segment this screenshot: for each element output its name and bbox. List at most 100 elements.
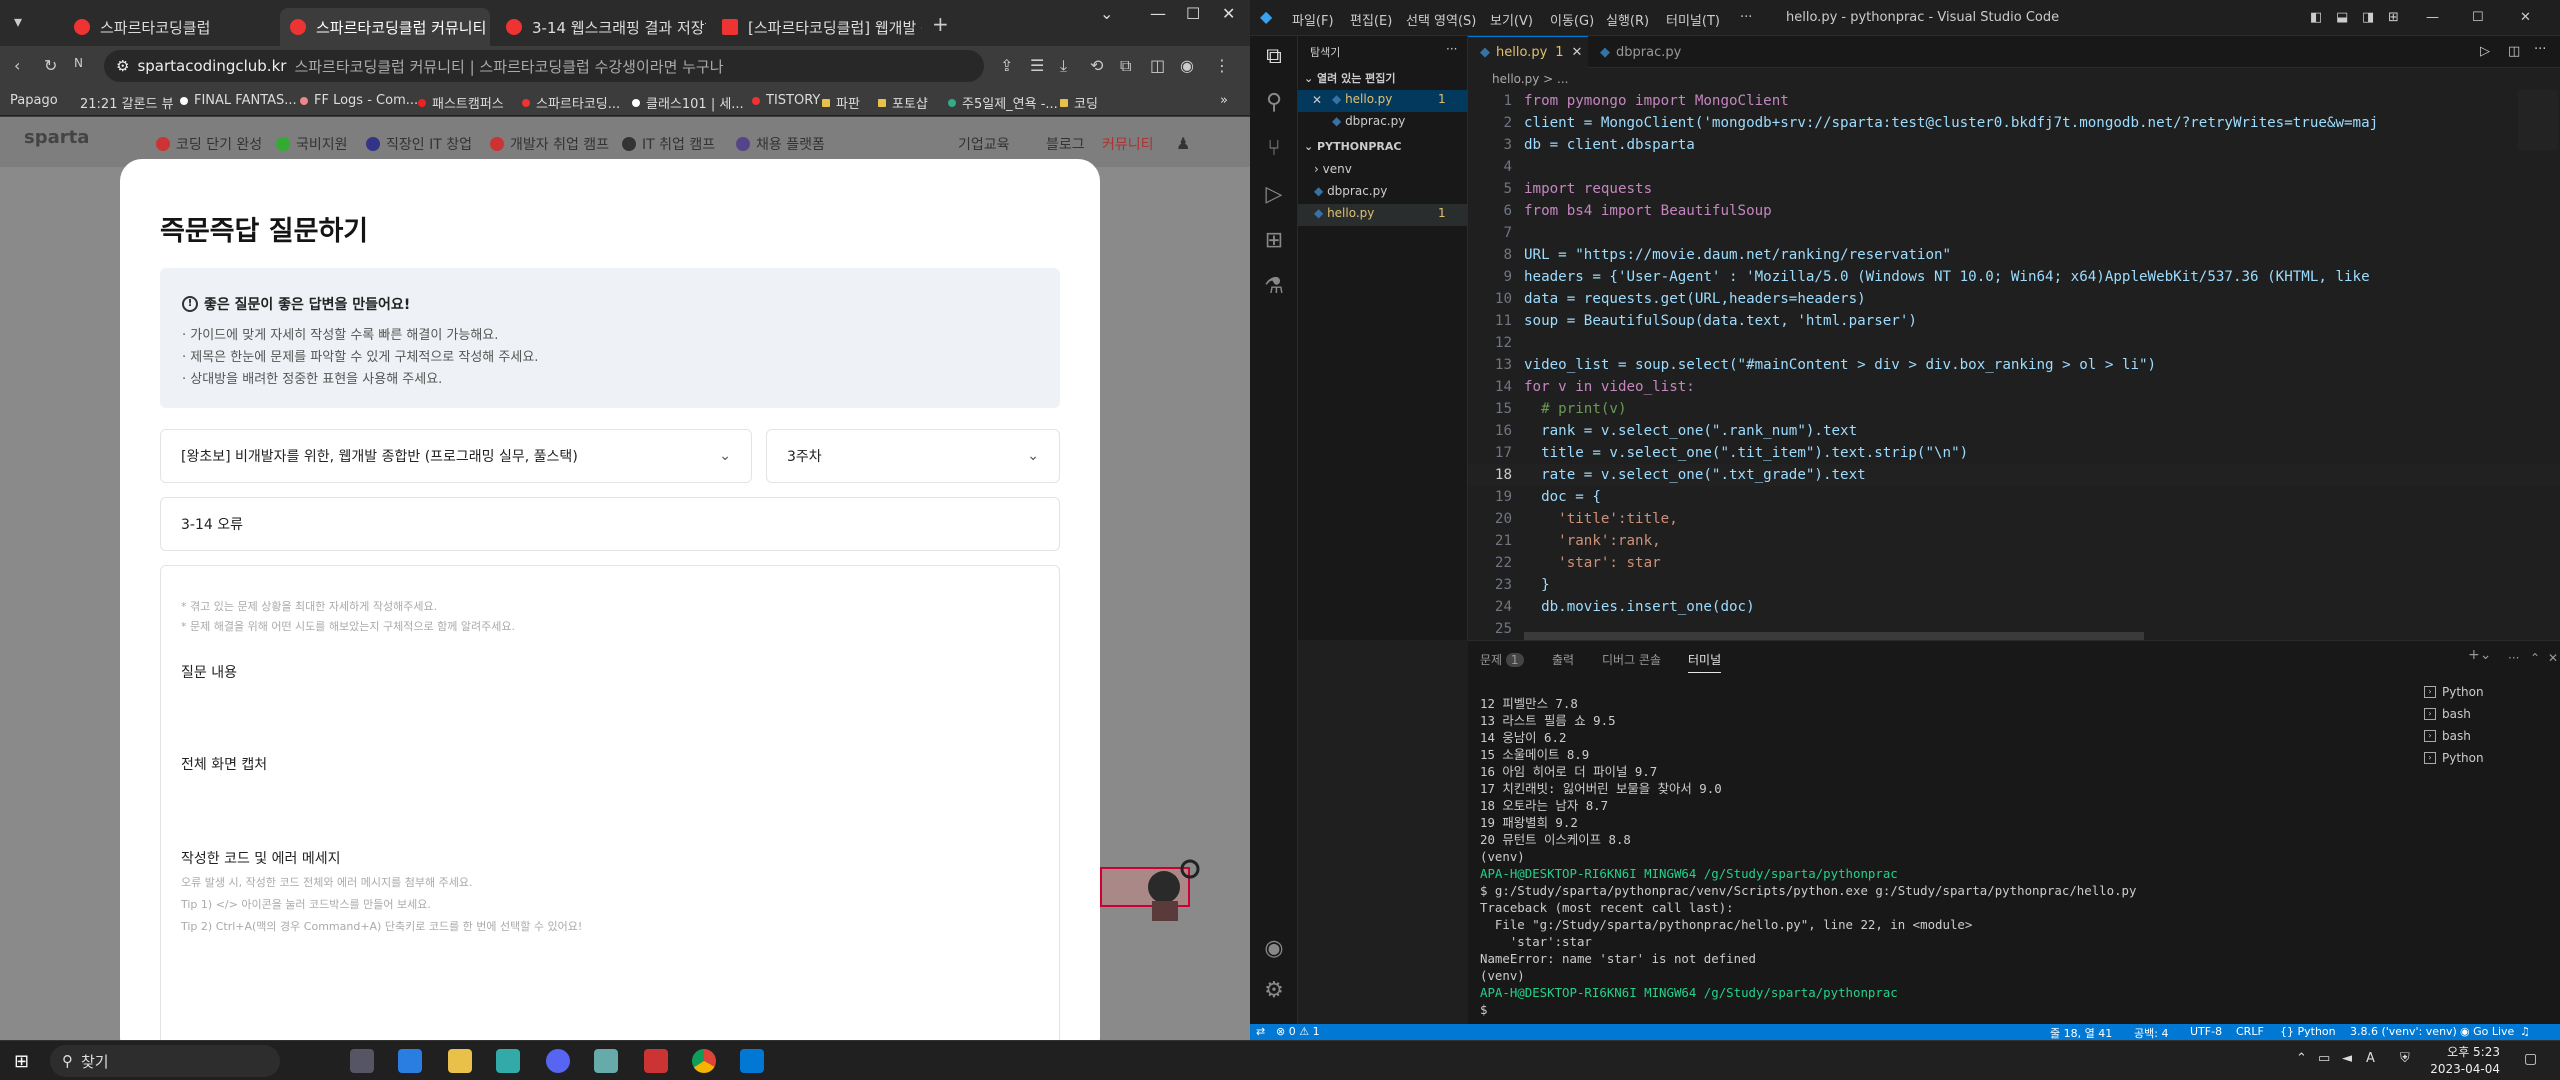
windows-start-icon[interactable]: ⊞: [14, 1051, 29, 1072]
code-editor[interactable]: 1 from pymongo import MongoClient 2 client …: [1468, 90, 2560, 637]
notifications-icon[interactable]: ♫: [2520, 1025, 2530, 1038]
chrome-tab-3[interactable]: [스파르타코딩클럽] 웹개발 종합: [712, 8, 922, 46]
code-line[interactable]: 15 # print(v): [1468, 398, 2560, 420]
testing-icon[interactable]: ⚗: [1262, 274, 1286, 299]
back-icon[interactable]: ‹: [14, 56, 20, 75]
chrome-tab-0[interactable]: 스파르타코딩클럽: [64, 8, 274, 46]
mail-icon[interactable]: [398, 1049, 422, 1073]
bookmark-folder[interactable]: 코딩: [1060, 93, 1098, 112]
menu-icon[interactable]: ⋮: [1214, 56, 1230, 75]
bookmark-item[interactable]: 패스트캠퍼스: [418, 93, 504, 112]
code-line[interactable]: 6 from bs4 import BeautifulSoup: [1468, 200, 2560, 222]
course-select[interactable]: [왕초보] 비개발자를 위한, 웹개발 종합반 (프로그래밍 실무, 풀스택) …: [160, 429, 752, 483]
layout-custom-icon[interactable]: ⊞: [2388, 10, 2399, 25]
network-icon[interactable]: ▭: [2318, 1051, 2330, 1066]
layout-panel-icon[interactable]: ⬓: [2336, 10, 2348, 25]
python-interpreter[interactable]: 3.8.6 ('venv': venv): [2350, 1025, 2457, 1038]
maximize-icon[interactable]: ☐: [2472, 10, 2484, 25]
bookmark-folder[interactable]: 포토샵: [878, 93, 928, 112]
code-line[interactable]: 3 db = client.dbsparta: [1468, 134, 2560, 156]
chrome-tab-2[interactable]: 3-14 웹스크래핑 결과 저장하기: [496, 8, 706, 46]
breadcrumb[interactable]: hello.py > ...: [1492, 72, 1568, 86]
tree-file-dbprac[interactable]: ◆ dbprac.py: [1314, 184, 1387, 198]
new-tab-button[interactable]: +: [932, 12, 949, 36]
download-icon[interactable]: ⤓: [1060, 56, 1067, 76]
menu-edit[interactable]: 편집(E): [1350, 10, 1392, 29]
code-line[interactable]: 24 db.movies.insert_one(doc): [1468, 596, 2560, 618]
nav-item[interactable]: IT 취업 캠프: [622, 134, 715, 154]
menu-view[interactable]: 보기(V): [1490, 10, 1533, 29]
more-actions-icon[interactable]: ···: [2508, 651, 2519, 665]
layout-secondary-icon[interactable]: ◨: [2362, 10, 2374, 25]
user-icon[interactable]: ♟: [1176, 134, 1190, 153]
nav-item[interactable]: 코딩 단기 완성: [156, 134, 262, 154]
nav-item[interactable]: 국비지원: [276, 134, 348, 154]
week-select[interactable]: 3주차 ⌄: [766, 429, 1060, 483]
close-icon[interactable]: ✕: [1312, 93, 1322, 107]
nav-item[interactable]: 직장인 IT 창업: [366, 134, 472, 154]
sparta-logo[interactable]: sparta: [24, 127, 89, 148]
cursor-position[interactable]: 줄 18, 열 41: [2050, 1025, 2112, 1040]
tray-overflow-icon[interactable]: ⌃: [2296, 1051, 2307, 1066]
nav-item[interactable]: 채용 플랫폼: [736, 134, 825, 154]
reading-list-icon[interactable]: ☰: [1030, 56, 1044, 75]
bookmark-item[interactable]: Papago: [10, 93, 58, 108]
bookmark-item[interactable]: FINAL FANTAS...: [180, 93, 297, 108]
code-line[interactable]: 4: [1468, 156, 2560, 178]
more-bookmarks-icon[interactable]: »: [1220, 93, 1228, 108]
tab-terminal[interactable]: 터미널: [1688, 651, 1722, 673]
terminal-item[interactable]: › Python: [2424, 681, 2554, 703]
code-line[interactable]: 14 for v in video_list:: [1468, 376, 2560, 398]
menu-selection[interactable]: 선택 영역(S): [1406, 10, 1476, 29]
nav-link[interactable]: 기업교육: [958, 134, 1010, 154]
bookmark-folder[interactable]: 파판: [822, 93, 860, 112]
question-editor[interactable]: * 겪고 있는 문제 상황을 최대한 자세하게 작성해주세요. * 문제 해결을…: [160, 565, 1060, 1040]
run-file-icon[interactable]: ▷: [2480, 44, 2490, 59]
code-line[interactable]: 16 rank = v.select_one(".rank_num").text: [1468, 420, 2560, 442]
minimize-icon[interactable]: —: [2426, 10, 2439, 25]
code-line[interactable]: 8 URL = "https://movie.daum.net/ranking/r…: [1468, 244, 2560, 266]
taskbar-search[interactable]: ⚲ 찾기: [50, 1045, 280, 1077]
close-window-icon[interactable]: ✕: [1222, 4, 1235, 23]
bookmark-item[interactable]: 클래스101 | 세...: [632, 93, 744, 112]
search-icon[interactable]: ⚲: [1262, 90, 1286, 115]
maximize-icon[interactable]: ☐: [1186, 4, 1200, 23]
discord-icon[interactable]: [546, 1049, 570, 1073]
code-line[interactable]: 1 from pymongo import MongoClient: [1468, 90, 2560, 112]
close-icon[interactable]: ✕: [1572, 45, 1583, 60]
code-line[interactable]: 20 'title':title,: [1468, 508, 2560, 530]
explorer-icon[interactable]: ⧉: [1262, 44, 1286, 69]
menu-terminal[interactable]: 터미널(T): [1666, 10, 1720, 29]
notification-center-icon[interactable]: ▢: [2524, 1051, 2537, 1067]
code-line[interactable]: 17 title = v.select_one(".tit_item").tex…: [1468, 442, 2560, 464]
menu-run[interactable]: 실행(R): [1606, 10, 1649, 29]
file-explorer-icon[interactable]: [448, 1049, 472, 1073]
close-panel-icon[interactable]: ✕: [2548, 651, 2558, 665]
open-editors-header[interactable]: ⌄ 열려 있는 편집기: [1304, 70, 1396, 86]
chrome-tab-1[interactable]: 스파르타코딩클럽 커뮤니티 | 스 ✕: [280, 8, 490, 46]
account-icon[interactable]: ◉: [1262, 936, 1286, 961]
go-live-button[interactable]: ◉ Go Live: [2460, 1025, 2514, 1038]
terminal-item[interactable]: › bash: [2424, 703, 2554, 725]
title-input[interactable]: 3-14 오류: [160, 497, 1060, 551]
open-editor-item-dbprac[interactable]: ◆ dbprac.py: [1332, 114, 1405, 128]
extensions-icon[interactable]: ⊞: [1262, 228, 1286, 253]
code-line[interactable]: 23 }: [1468, 574, 2560, 596]
menu-file[interactable]: 파일(F): [1292, 10, 1334, 29]
split-editor-icon[interactable]: ◫: [2508, 44, 2520, 59]
task-view-icon[interactable]: [350, 1049, 374, 1073]
bookmark-item[interactable]: 주5일제_연욕 -...: [948, 93, 1058, 112]
code-line[interactable]: 10 data = requests.get(URL,headers=header…: [1468, 288, 2560, 310]
language-indicator[interactable]: A: [2366, 1051, 2375, 1066]
menu-more[interactable]: ···: [1740, 10, 1752, 25]
code-line[interactable]: 5 import requests: [1468, 178, 2560, 200]
code-line[interactable]: 7: [1468, 222, 2560, 244]
problems-status[interactable]: ⊗ 0 ⚠ 1: [1276, 1025, 1320, 1038]
code-line[interactable]: 21 'rank':rank,: [1468, 530, 2560, 552]
end-of-line[interactable]: CRLF: [2236, 1025, 2264, 1038]
tab-list-icon[interactable]: ⌄: [1100, 4, 1113, 23]
run-debug-icon[interactable]: ▷: [1262, 182, 1286, 207]
terminal-output[interactable]: 12 피벨만스 7.8 13 라스트 필름 쇼 9.5 14 웅남이 6.2 15 소…: [1480, 695, 2410, 1025]
code-line[interactable]: 22 'star': star: [1468, 552, 2560, 574]
indentation[interactable]: 공백: 4: [2134, 1025, 2168, 1040]
